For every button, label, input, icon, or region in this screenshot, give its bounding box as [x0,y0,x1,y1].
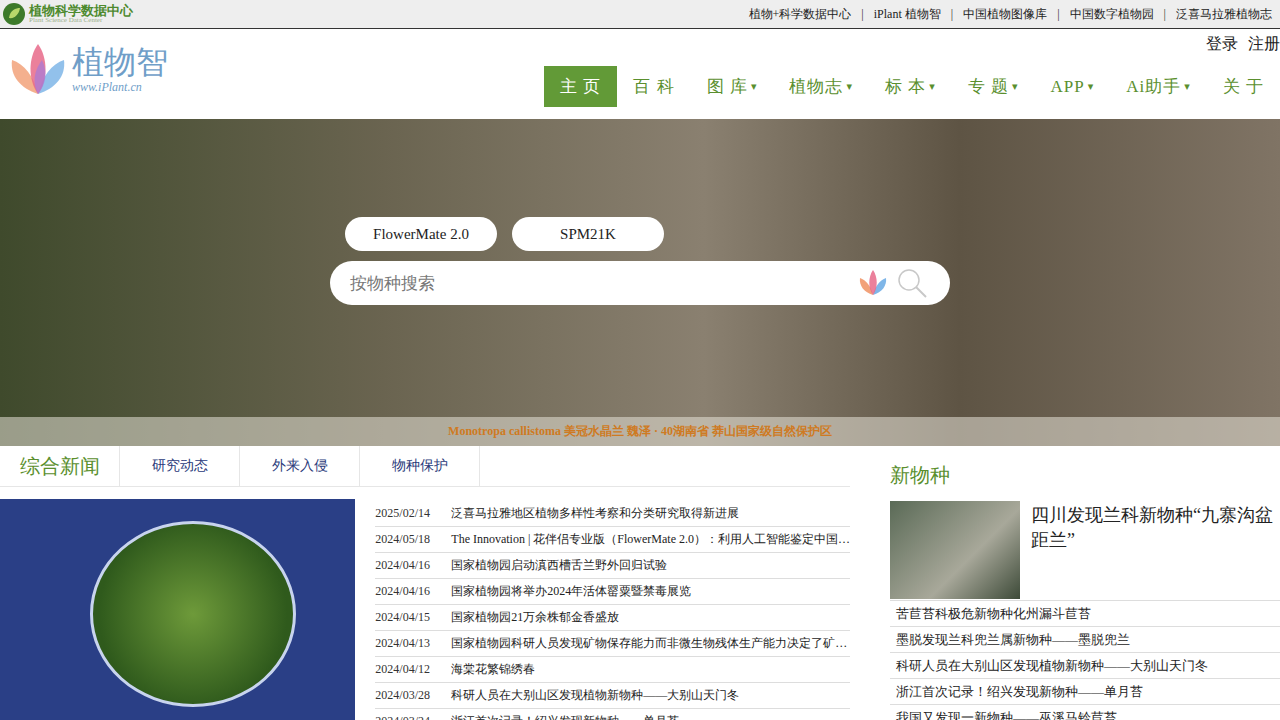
news-tab[interactable]: 外来入侵 [240,446,360,486]
news-item[interactable]: 2024/04/13国家植物园科研人员发现矿物保存能力而非微生物残体生产能力决定… [375,631,850,657]
species-item[interactable]: 科研人员在大别山区发现植物新物种——大别山天门冬 [890,653,1280,679]
news-tabs: 综合新闻研究动态外来入侵物种保护 [0,446,850,487]
news-tab[interactable]: 综合新闻 [0,446,120,486]
separator: | [1057,7,1059,22]
news-item[interactable]: 2024/03/28科研人员在大别山区发现植物新物种——大别山天门冬 [375,683,850,709]
species-item[interactable]: 浙江首次记录！绍兴发现新物种——单月苔 [890,679,1280,705]
featured-species[interactable]: 四川发现兰科新物种“九寨沟盆距兰” [890,501,1280,601]
top-link[interactable]: 中国植物图像库 [963,6,1047,23]
top-links: 植物+科学数据中心 | iPlant 植物智 | 中国植物图像库 | 中国数字植物园 | 泛喜马… [749,6,1272,23]
top-link[interactable]: 植物+科学数据中心 [749,6,852,23]
search-icon[interactable] [896,267,928,299]
news-image[interactable] [0,499,355,720]
top-bar: 植物科学数据中心Plant Science Data Center 植物+科学数据… [0,0,1280,29]
brand-name: 植物科学数据中心 [29,4,133,17]
top-link[interactable]: iPlant 植物智 [874,6,941,23]
auth-link[interactable]: 注册 [1248,34,1280,55]
nav-item[interactable]: 关 于 [1207,66,1280,107]
model-button[interactable]: FlowerMate 2.0 [345,217,497,251]
caret-icon: ▾ [1088,80,1095,93]
caret-icon: ▾ [751,80,758,93]
news-item[interactable]: 2024/04/16国家植物园将举办2024年活体罂粟暨禁毒展览 [375,579,850,605]
auth-links: 登录注册 [1206,29,1280,55]
separator: | [1164,7,1166,22]
nav-item[interactable]: 图 库▾ [691,66,774,107]
species-item[interactable]: 苦苣苔科极危新物种化州漏斗苣苔 [890,601,1280,627]
nav-item[interactable]: 主 页 [544,66,617,107]
page: 植物科学数据中心Plant Science Data Center 植物+科学数据… [0,0,1280,720]
site-logo[interactable]: 植物智www.iPlant.cn [0,21,168,119]
caret-icon: ▾ [1184,80,1191,93]
nav-item[interactable]: 专 题▾ [952,66,1035,107]
top-link[interactable]: 泛喜马拉雅植物志 [1176,6,1272,23]
logo-name: 植物智 [72,45,168,80]
lotus-icon[interactable] [856,269,890,297]
hero-banner: FlowerMate 2.0 SPM21K 按物种搜索 Monotropa calli… [0,119,1280,446]
species-item[interactable]: 墨脱发现兰科兜兰属新物种——墨脱兜兰 [890,627,1280,653]
nav-item[interactable]: 植物志▾ [773,66,869,107]
caret-icon: ▾ [929,80,936,93]
nav-item[interactable]: Ai助手▾ [1110,66,1207,107]
search-input[interactable]: 按物种搜索 [350,272,850,295]
section-title: 新物种 [890,446,1280,501]
species-item[interactable]: 我国又发现一新物种——巫溪马铃苣苔 [890,705,1280,720]
featured-image [890,501,1020,599]
logo-url: www.iPlant.cn [72,80,168,95]
news-item[interactable]: 2024/03/24浙江首次记录！绍兴发现新物种——单月苔 [375,709,850,720]
top-link[interactable]: 中国数字植物园 [1070,6,1154,23]
news-list: 2025/02/14泛喜马拉雅地区植物多样性考察和分类研究取得新进展2024/0… [375,499,850,720]
nav-item[interactable]: APP▾ [1035,68,1111,106]
brand-logo[interactable]: 植物科学数据中心Plant Science Data Center [2,2,133,26]
separator: | [861,7,863,22]
header: 植物智www.iPlant.cn 登录注册主 页百 科图 库▾植物志▾标 本▾专 … [0,29,1280,119]
separator: | [951,7,953,22]
news-tab[interactable]: 物种保护 [360,446,480,486]
news-item[interactable]: 2024/04/16国家植物园启动滇西槽舌兰野外回归试验 [375,553,850,579]
caret-icon: ▾ [1012,80,1019,93]
brand-subtitle: Plant Science Data Center [29,17,133,24]
lotus-icon [6,42,70,98]
news-item[interactable]: 2024/04/15国家植物园21万余株郁金香盛放 [375,605,850,631]
news-item[interactable]: 2024/05/18The Innovation | 花伴侣专业版（Flower… [375,527,850,553]
leaf-icon [2,2,26,26]
main-nav: 主 页百 科图 库▾植物志▾标 本▾专 题▾APP▾Ai助手▾关 于 [544,66,1280,107]
nav-item[interactable]: 百 科 [617,66,690,107]
auth-link[interactable]: 登录 [1206,34,1238,55]
caret-icon: ▾ [846,80,853,93]
search-box[interactable]: 按物种搜索 [330,261,950,305]
photo-caption: Monotropa callistoma 美冠水晶兰 魏泽 · 40湖南省 莽山… [0,417,1280,446]
news-tab[interactable]: 研究动态 [120,446,240,486]
model-button[interactable]: SPM21K [512,217,664,251]
news-item[interactable]: 2024/04/12海棠花繁锦绣春 [375,657,850,683]
nav-item[interactable]: 标 本▾ [869,66,952,107]
news-item[interactable]: 2025/02/14泛喜马拉雅地区植物多样性考察和分类研究取得新进展 [375,501,850,527]
